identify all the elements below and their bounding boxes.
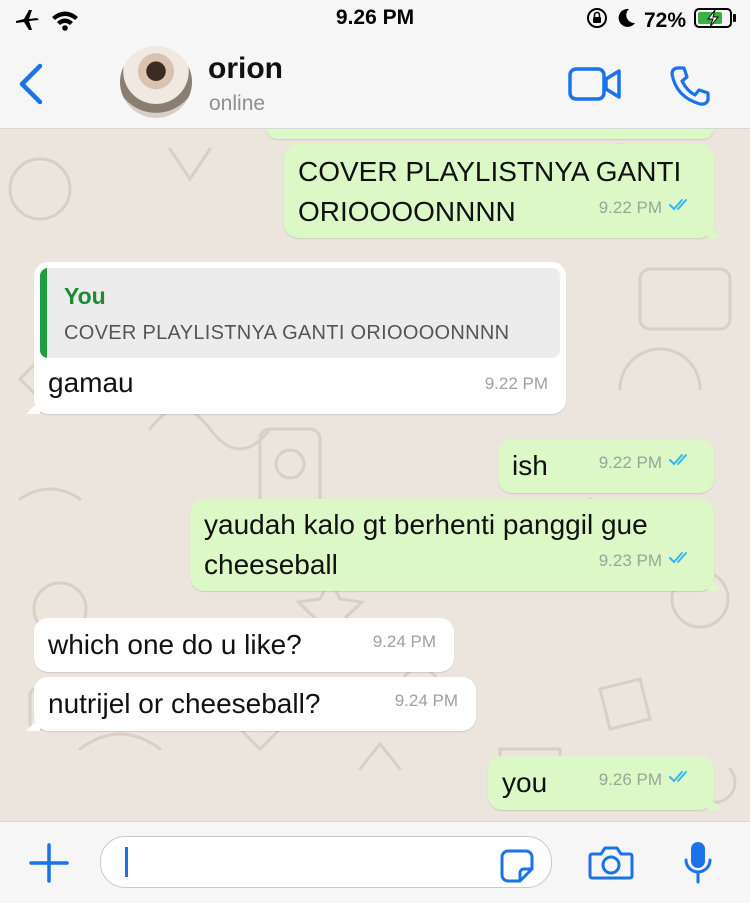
message-time: 9.22 PM [598,453,662,472]
status-bar-right: 72% [586,6,738,36]
message-bubble-outgoing[interactable] [266,129,714,139]
message-meta: 9.22 PM [485,364,548,404]
message-bubble-incoming[interactable]: nutrijel or cheeseball? 9.24 PM [26,677,476,731]
message-meta: 9.26 PM [599,760,696,800]
quote-bar [40,268,47,358]
double-check-icon [668,188,696,228]
bubble-tail [26,717,40,731]
camera-icon[interactable] [588,845,634,886]
message-time: 9.22 PM [484,374,548,393]
microphone-icon[interactable] [683,840,713,891]
sticker-icon[interactable] [500,849,534,888]
message-meta: 9.22 PM [599,188,696,228]
message-bubble-outgoing[interactable]: you 9.26 PM [488,756,722,810]
status-bar: 9.26 PM 72% [0,0,750,40]
text-caret [125,847,128,877]
message-input[interactable] [100,836,552,888]
orientation-lock-icon [586,7,608,35]
message-meta: 9.22 PM [599,443,696,483]
battery-percent: 72% [643,9,686,32]
bubble-tail [26,400,40,414]
message-text: ish [512,450,548,481]
quote-text: COVER PLAYLISTNYA GANTI ORIOOOONNNN [64,322,510,344]
message-text: which one do u like? [48,629,302,660]
message-bubble-incoming[interactable]: which one do u like? 9.24 PM [34,618,454,672]
chat-header: orion online [0,40,750,129]
avatar[interactable] [120,46,192,118]
battery-charging-icon [694,6,738,36]
message-meta: 9.24 PM [373,622,436,662]
message-bubble-outgoing[interactable]: yaudah kalo gt berhenti panggil gue chee… [190,499,722,591]
message-time: 9.24 PM [372,632,436,651]
message-bubble-outgoing[interactable]: COVER PLAYLISTNYA GANTI ORIOOOONNNN 9.22… [284,144,722,238]
moon-icon [616,7,636,35]
message-meta: 9.23 PM [599,541,696,581]
message-text: yaudah kalo gt berhenti panggil gue chee… [204,509,648,580]
message-time: 9.24 PM [394,691,458,710]
message-time: 9.26 PM [598,770,662,789]
quoted-message[interactable]: You COVER PLAYLISTNYA GANTI ORIOOOONNNN [40,268,560,358]
message-time: 9.23 PM [598,551,662,570]
message-composer [0,821,750,903]
contact-name[interactable]: orion [208,52,283,86]
message-time: 9.22 PM [598,198,662,217]
quote-author: You [64,283,106,309]
message-text: nutrijel or cheeseball? [48,688,321,719]
bubble-tail [708,577,722,591]
double-check-icon [668,443,696,483]
chevron-left-icon[interactable] [16,62,46,111]
chat-area[interactable]: COVER PLAYLISTNYA GANTI ORIOOOONNNN 9.22… [0,129,750,821]
phone-icon[interactable] [668,64,712,113]
message-bubble-incoming[interactable]: You COVER PLAYLISTNYA GANTI ORIOOOONNNN … [26,262,566,414]
double-check-icon [668,541,696,581]
message-meta: 9.24 PM [395,681,458,721]
message-bubble-outgoing[interactable]: ish 9.22 PM [498,439,714,493]
double-check-icon [668,760,696,800]
message-text: you [502,767,548,798]
message-text: gamau [48,367,134,398]
plus-icon[interactable] [28,842,70,889]
video-camera-icon[interactable] [568,66,622,107]
contact-status: online [209,92,266,115]
bubble-tail [708,796,722,810]
bubble-tail [708,224,722,238]
